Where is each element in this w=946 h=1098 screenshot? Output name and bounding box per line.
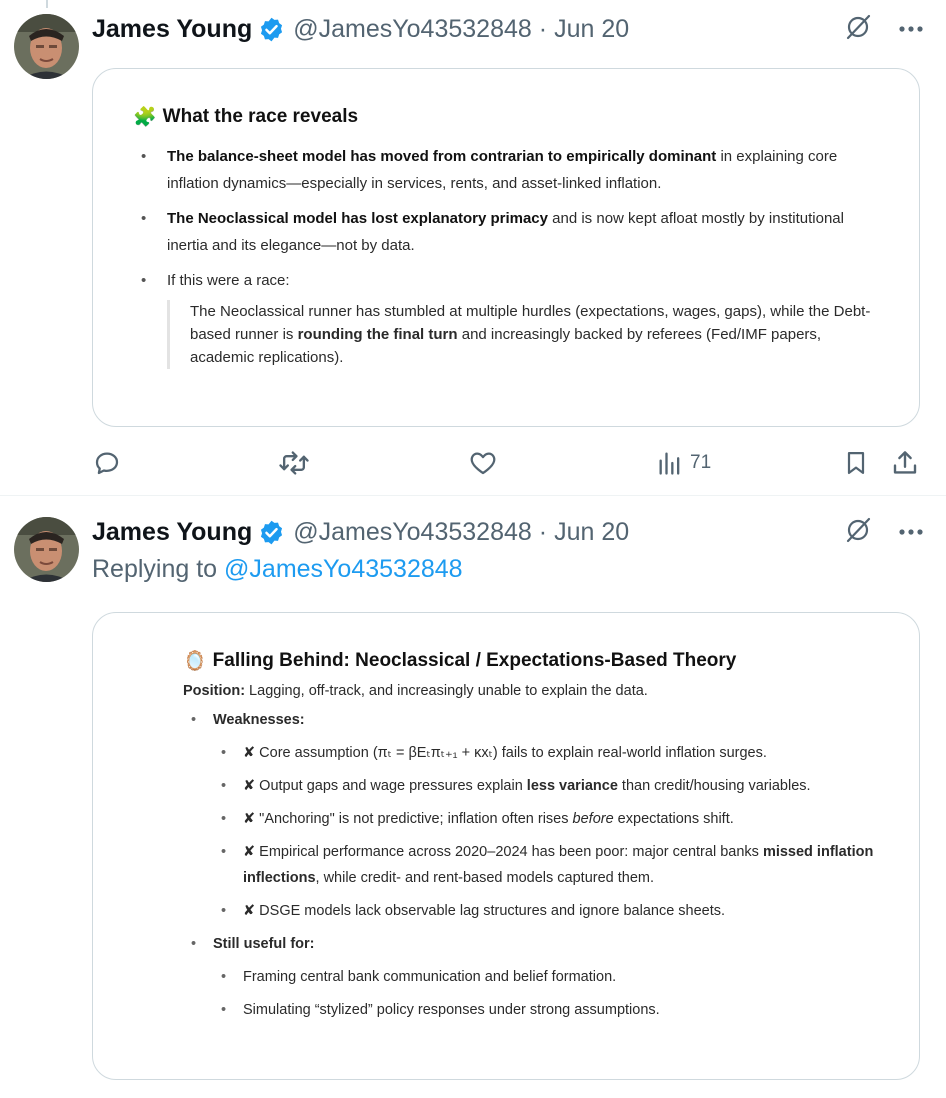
tweet-1[interactable]: James Young @JamesYo43532848 · Jun 20 🧩 … <box>0 0 946 496</box>
useful-item: Framing central bank communication and b… <box>183 964 907 990</box>
bookmark-icon <box>847 451 865 475</box>
separator-dot: · <box>538 14 548 43</box>
replying-to: Replying to @JamesYo43532848 <box>92 555 463 584</box>
views-count: 71 <box>690 452 712 473</box>
document-content: 🪞 Falling Behind: Neoclassical / Expecta… <box>183 649 907 1023</box>
analytics-icon <box>659 452 680 475</box>
document-content: 🧩 What the race reveals The balance-shee… <box>133 105 879 369</box>
still-useful-heading: Still useful for: <box>183 931 907 957</box>
share-icon <box>893 451 917 474</box>
avatar-photo-icon <box>14 14 79 79</box>
tweet-header: James Young @JamesYo43532848 · Jun 20 <box>92 12 629 46</box>
weakness-item: ✘ Core assumption (πₜ = βEₜπₜ₊₁ + κxₜ) f… <box>183 740 907 766</box>
views-button[interactable]: 71 <box>656 446 711 480</box>
reply-handle-link[interactable]: @JamesYo43532848 <box>224 555 463 583</box>
avatar[interactable] <box>14 517 79 582</box>
puzzle-piece-icon: 🧩 <box>133 107 157 128</box>
heading-text: What the race reveals <box>162 106 359 127</box>
header-icons <box>844 12 924 46</box>
author-name[interactable]: James Young <box>92 15 252 44</box>
bullet-item: The Neoclassical model has lost explanat… <box>133 205 879 259</box>
tweet-date[interactable]: Jun 20 <box>554 518 629 547</box>
author-handle[interactable]: @JamesYo43532848 <box>293 15 532 44</box>
more-options-icon[interactable] <box>898 20 924 38</box>
like-button[interactable] <box>468 446 498 480</box>
weaknesses-heading: Weaknesses: <box>183 707 907 733</box>
verified-badge-icon <box>258 16 285 43</box>
bookmark-button[interactable] <box>842 446 870 480</box>
section-heading: 🪞 Falling Behind: Neoclassical / Expecta… <box>183 649 907 673</box>
header-icons <box>844 515 924 549</box>
heart-icon <box>470 452 496 475</box>
weakness-item: ✘ Empirical performance across 2020–2024… <box>183 839 907 891</box>
weakness-item: ✘ Output gaps and wage pressures explain… <box>183 773 907 799</box>
verified-badge-icon <box>258 519 285 546</box>
tweet-header: James Young @JamesYo43532848 · Jun 20 <box>92 515 629 549</box>
grok-icon[interactable] <box>844 516 872 549</box>
author-handle[interactable]: @JamesYo43532848 <box>293 518 532 547</box>
tweet-2[interactable]: James Young @JamesYo43532848 · Jun 20 Re… <box>0 497 946 1098</box>
heading-text: Falling Behind: Neoclassical / Expectati… <box>212 650 737 671</box>
repost-icon <box>279 451 309 475</box>
separator-dot: · <box>538 517 548 546</box>
reply-icon <box>95 452 119 475</box>
bullet-item: If this were a race: <box>133 267 879 294</box>
blockquote: The Neoclassical runner has stumbled at … <box>167 300 879 369</box>
weakness-item: ✘ "Anchoring" is not predictive; inflati… <box>183 806 907 832</box>
repost-button[interactable] <box>278 446 310 480</box>
image-card[interactable]: 🧩 What the race reveals The balance-shee… <box>92 68 920 427</box>
avatar-photo-icon <box>14 517 79 582</box>
reply-button[interactable] <box>92 446 122 480</box>
weakness-item: ✘ DSGE models lack observable lag struct… <box>183 898 907 924</box>
mirror-icon: 🪞 <box>183 651 207 672</box>
tweet-date[interactable]: Jun 20 <box>554 15 629 44</box>
replying-to-label: Replying to <box>92 555 225 583</box>
section-heading: 🧩 What the race reveals <box>133 105 879 129</box>
share-button[interactable] <box>890 446 920 480</box>
useful-item: Simulating “stylized” policy responses u… <box>183 997 907 1023</box>
position-line: Position: Lagging, off-track, and increa… <box>183 683 648 699</box>
more-options-icon[interactable] <box>898 523 924 541</box>
bullet-item: The balance-sheet model has moved from c… <box>133 143 879 197</box>
grok-icon[interactable] <box>844 13 872 46</box>
author-name[interactable]: James Young <box>92 518 252 547</box>
image-card[interactable]: 🪞 Falling Behind: Neoclassical / Expecta… <box>92 612 920 1080</box>
avatar[interactable] <box>14 14 79 79</box>
action-bar: 71 <box>92 446 924 480</box>
